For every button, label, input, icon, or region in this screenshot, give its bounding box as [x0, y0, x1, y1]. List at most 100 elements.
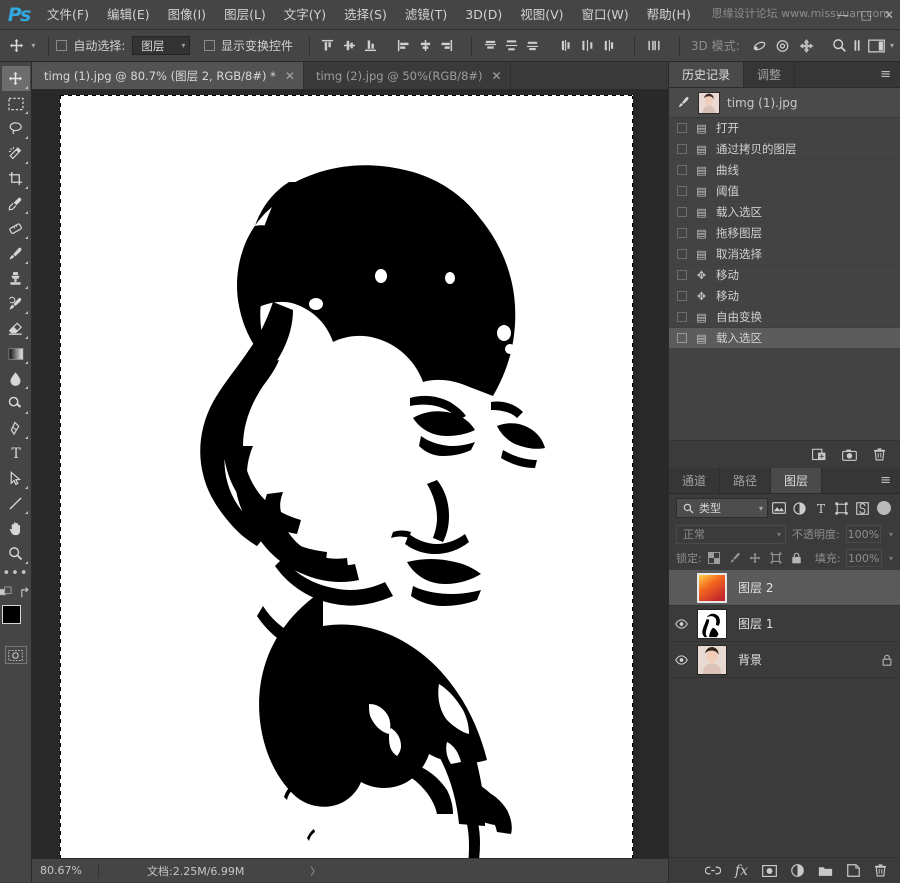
delete-layer-icon[interactable]	[874, 864, 887, 877]
document-tab-2[interactable]: timg (2).jpg @ 50%(RGB/8#) ✕	[304, 62, 511, 89]
history-item-0[interactable]: ▤ 打开	[669, 118, 900, 139]
align-bottom-edges-button[interactable]	[360, 35, 381, 57]
layer-filter-kind-dropdown[interactable]: 类型 ▾	[676, 498, 768, 518]
blend-mode-dropdown[interactable]: 正常 ▾	[676, 525, 786, 544]
tab-adjustments[interactable]: 调整	[744, 62, 795, 87]
layer-visibility-toggle[interactable]	[675, 619, 697, 629]
pan-3d-icon[interactable]	[794, 35, 817, 57]
filter-adjustment-icon[interactable]	[789, 498, 810, 518]
gradient-tool[interactable]	[2, 341, 30, 366]
menu-select[interactable]: 选择(S)	[335, 0, 396, 30]
type-tool[interactable]: T	[2, 441, 30, 466]
tab-history[interactable]: 历史记录	[669, 62, 744, 87]
distribute-left-edges-button[interactable]	[555, 35, 576, 57]
layer-thumbnail[interactable]	[697, 609, 727, 639]
auto-select-scope-dropdown[interactable]: 图层 ▾	[132, 36, 190, 55]
history-source-checkbox[interactable]	[677, 144, 687, 154]
link-layers-icon[interactable]	[705, 866, 721, 875]
menu-layer[interactable]: 图层(L)	[215, 0, 275, 30]
lock-position-icon[interactable]	[748, 549, 763, 567]
history-source-checkbox[interactable]	[677, 228, 687, 238]
show-transform-checkbox[interactable]	[204, 40, 215, 51]
history-item-4[interactable]: ▤ 载入选区	[669, 202, 900, 223]
align-right-edges-button[interactable]	[436, 35, 457, 57]
history-brush-source-icon[interactable]	[677, 96, 691, 109]
dodge-tool[interactable]	[2, 391, 30, 416]
history-item-3[interactable]: ▤ 阈值	[669, 181, 900, 202]
menu-3d[interactable]: 3D(D)	[456, 0, 511, 30]
eyedropper-tool[interactable]	[2, 191, 30, 216]
blur-tool[interactable]	[2, 366, 30, 391]
default-colors-icon[interactable]	[0, 586, 13, 600]
menu-window[interactable]: 窗口(W)	[573, 0, 638, 30]
auto-select-checkbox[interactable]	[56, 40, 67, 51]
filter-smart-object-icon[interactable]	[852, 498, 873, 518]
spot-healing-brush-tool[interactable]	[2, 216, 30, 241]
filter-type-icon[interactable]: T	[810, 498, 831, 518]
layer-style-icon[interactable]: fx	[735, 863, 748, 879]
distribute-top-edges-button[interactable]	[479, 35, 500, 57]
status-chevron-right-icon[interactable]: 〉	[244, 863, 320, 878]
canvas-area[interactable]	[32, 90, 668, 858]
tool-preset-chevron-down-icon[interactable]: ▾	[29, 41, 41, 50]
tab-paths[interactable]: 路径	[720, 468, 771, 493]
move-tool-icon[interactable]	[4, 34, 29, 58]
layer-visibility-toggle[interactable]: ◉	[675, 581, 697, 594]
menu-file[interactable]: 文件(F)	[38, 0, 98, 30]
layers-list[interactable]: ◉ 图层 2 图层 1 背景	[669, 570, 900, 678]
swap-colors-icon[interactable]	[20, 587, 32, 599]
history-brush-tool[interactable]	[2, 291, 30, 316]
history-source-checkbox[interactable]	[677, 207, 687, 217]
search-icon[interactable]	[828, 35, 851, 57]
layer-visibility-toggle[interactable]	[675, 655, 697, 665]
new-layer-icon[interactable]	[847, 864, 860, 877]
layer-row-0[interactable]: ◉ 图层 2	[669, 570, 900, 606]
layer-thumbnail[interactable]	[697, 645, 727, 675]
filter-enable-switch[interactable]	[877, 501, 891, 515]
foreground-color-swatch[interactable]	[2, 605, 21, 624]
history-list[interactable]: timg (1).jpg ▤ 打开 ▤ 通过拷贝的图层 ▤ 曲线	[669, 88, 900, 440]
crop-tool[interactable]	[2, 166, 30, 191]
history-source-checkbox[interactable]	[677, 312, 687, 322]
distribute-vertical-centers-button[interactable]	[501, 35, 522, 57]
history-source-checkbox[interactable]	[677, 165, 687, 175]
history-item-6[interactable]: ▤ 取消选择	[669, 244, 900, 265]
new-snapshot-icon[interactable]	[842, 449, 857, 461]
tab-layers[interactable]: 图层	[771, 468, 822, 493]
panel-menu-icon[interactable]: ≡	[871, 62, 900, 87]
tab-channels[interactable]: 通道	[669, 468, 720, 493]
workspace-icon[interactable]	[865, 35, 888, 57]
pen-tool[interactable]	[2, 416, 30, 441]
hand-tool[interactable]	[2, 516, 30, 541]
fill-value[interactable]: 100%	[846, 549, 882, 567]
new-adjustment-layer-icon[interactable]	[791, 864, 804, 877]
lasso-tool[interactable]	[2, 116, 30, 141]
layer-mask-icon[interactable]	[762, 865, 777, 877]
rotate-3d-icon[interactable]	[748, 35, 771, 57]
panel-menu-icon[interactable]: ≡	[871, 468, 900, 493]
history-source-checkbox[interactable]	[677, 333, 687, 343]
quick-mask-icon[interactable]	[5, 646, 27, 664]
menu-type[interactable]: 文字(Y)	[275, 0, 335, 30]
lock-transparent-pixels-icon[interactable]	[707, 549, 722, 567]
lock-all-icon[interactable]	[788, 549, 803, 567]
opacity-value[interactable]: 100%	[846, 525, 881, 543]
history-snapshot-row[interactable]: timg (1).jpg	[669, 88, 900, 118]
history-source-checkbox[interactable]	[677, 270, 687, 280]
line-tool[interactable]	[2, 491, 30, 516]
close-icon[interactable]: ✕	[884, 8, 894, 22]
history-source-checkbox[interactable]	[677, 123, 687, 133]
distribute-horizontal-centers-button[interactable]	[577, 35, 598, 57]
history-item-10[interactable]: ▤ 载入选区	[669, 328, 900, 349]
layer-name[interactable]: 图层 1	[727, 615, 773, 632]
history-item-7[interactable]: ✥ 移动	[669, 265, 900, 286]
align-vertical-centers-button[interactable]	[338, 35, 359, 57]
history-item-5[interactable]: ▤ 拖移图层	[669, 223, 900, 244]
lock-image-pixels-icon[interactable]	[727, 549, 742, 567]
eraser-tool[interactable]	[2, 316, 30, 341]
filter-shape-icon[interactable]	[831, 498, 852, 518]
clone-stamp-tool[interactable]	[2, 266, 30, 291]
workspace-chevron-down-icon[interactable]: ▾	[888, 41, 900, 50]
rectangular-marquee-tool[interactable]	[2, 91, 30, 116]
layer-row-2[interactable]: 背景	[669, 642, 900, 678]
